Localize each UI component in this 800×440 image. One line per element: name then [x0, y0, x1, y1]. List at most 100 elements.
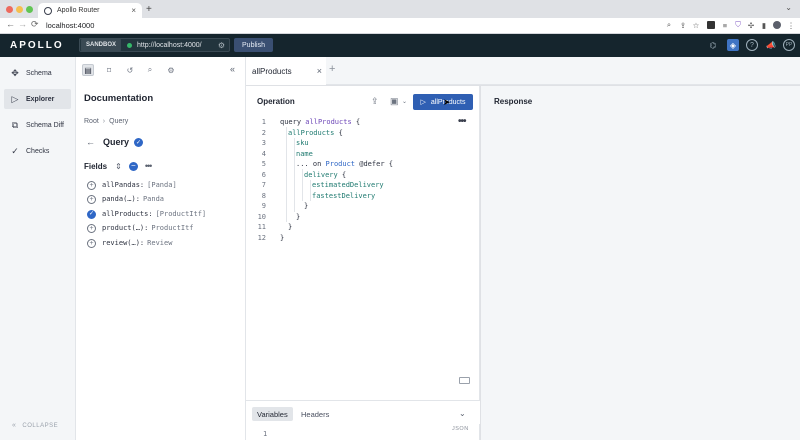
type-name: Query — [103, 137, 130, 147]
field-name: product(…): — [102, 224, 149, 232]
field-row-product[interactable]: + product(…): ProductItf — [87, 223, 194, 233]
settings-gear-icon[interactable]: ⚙ — [165, 64, 177, 76]
format-label: JSON — [452, 426, 469, 432]
endpoint-input[interactable]: http://localhost:4000/ — [137, 42, 218, 49]
extension-shield-icon[interactable]: ⛉ — [734, 20, 742, 29]
field-type[interactable]: Panda — [143, 195, 164, 203]
reload-button[interactable]: ⟳ — [31, 19, 39, 30]
zoom-icon[interactable]: ⌕ — [665, 20, 673, 29]
extension-list-icon[interactable]: ≡ — [721, 21, 729, 30]
help-icon[interactable]: ? — [746, 39, 758, 51]
extensions-puzzle-icon[interactable]: ✣ — [747, 21, 755, 30]
bookmark-star-icon[interactable]: ☆ — [692, 21, 700, 30]
sidebar-toggle-icon[interactable]: ▮ — [760, 21, 768, 30]
field-type[interactable]: Review — [147, 239, 172, 247]
code-text: allProducts { — [288, 128, 343, 137]
code-text: } — [280, 233, 285, 242]
close-window-icon[interactable] — [6, 6, 13, 13]
operation-tabstrip: allProducts × + — [246, 57, 800, 85]
save-collection-icon[interactable]: ▣ — [390, 96, 399, 107]
code-editor[interactable]: 1 query allProducts { 2 allProducts { 3 sku… — [246, 117, 480, 243]
endpoint-selector[interactable]: SANDBOX http://localhost:4000/ ⚙ — [79, 38, 230, 52]
nav-schema[interactable]: ✥ Schema — [4, 63, 71, 83]
chevron-down-icon[interactable]: ⌄ — [402, 98, 407, 105]
tab-label: allProducts — [252, 66, 292, 76]
tab-allproducts[interactable]: allProducts × — [246, 57, 326, 85]
docs-book-icon[interactable]: ▤ — [82, 64, 94, 76]
sort-icon[interactable]: ⇕ — [115, 162, 122, 171]
close-tab-icon[interactable]: × — [131, 6, 136, 15]
field-name: panda(…): — [102, 195, 140, 203]
collapse-docs-button[interactable]: « — [230, 64, 235, 74]
user-avatar-icon[interactable]: PP — [783, 39, 795, 51]
collapse-variables-icon[interactable]: ⌄ — [459, 409, 466, 418]
collapse-nav-button[interactable]: « COLLAPSE — [12, 422, 58, 429]
forward-button[interactable]: → — [18, 19, 27, 29]
apollo-favicon-icon — [44, 6, 52, 15]
code-text: estimatedDelivery — [312, 181, 384, 190]
collapse-label: COLLAPSE — [22, 423, 59, 429]
code-line: 4 name — [246, 149, 480, 160]
share-icon[interactable]: ⇪ — [679, 21, 687, 30]
field-row-allpandas[interactable]: + allPandas: [Panda] — [87, 180, 177, 190]
graph-icon[interactable]: ⌬ — [707, 39, 719, 51]
apollo-logo[interactable]: APOLLO — [10, 40, 64, 51]
publish-button[interactable]: Publish — [234, 38, 273, 52]
nav-schema-diff[interactable]: ⧉ Schema Diff — [4, 115, 71, 135]
line-number: 1 — [261, 118, 266, 127]
add-field-icon[interactable]: + — [87, 238, 96, 248]
tab-variables[interactable]: Variables — [252, 407, 293, 421]
profile-avatar[interactable] — [773, 21, 781, 29]
new-tab-button[interactable]: + — [146, 4, 152, 15]
back-button[interactable]: ← — [6, 19, 15, 29]
line-number: 5 — [261, 160, 266, 169]
field-name: allProducts: — [102, 210, 153, 218]
type-header: ← Query ✓ — [86, 137, 144, 147]
tab-search-icon[interactable]: ⌄ — [785, 3, 792, 12]
search-icon[interactable]: ⌕ — [144, 64, 156, 76]
field-row-review[interactable]: + review(…): Review — [87, 238, 172, 248]
deselect-all-icon[interactable]: − — [128, 161, 138, 171]
nav-checks[interactable]: ✓ Checks — [4, 141, 71, 161]
field-type[interactable]: [Panda] — [147, 181, 177, 189]
minimize-window-icon[interactable] — [16, 6, 23, 13]
field-type[interactable]: [ProductItf] — [156, 210, 207, 218]
extension-dark-icon[interactable] — [707, 21, 715, 29]
history-icon[interactable]: ↺ — [124, 64, 136, 76]
add-field-icon[interactable]: + — [87, 223, 96, 233]
add-field-icon[interactable]: + — [87, 180, 96, 190]
back-arrow-icon[interactable]: ← — [86, 137, 95, 147]
browser-tab[interactable]: Apollo Router × — [38, 3, 142, 18]
double-chevron-left-icon: « — [12, 422, 17, 429]
breadcrumb-root[interactable]: Root — [84, 118, 99, 125]
sandbox-cube-icon[interactable]: ◈ — [727, 39, 739, 51]
field-row-panda[interactable]: + panda(…): Panda — [87, 194, 164, 204]
tab-headers[interactable]: Headers — [296, 407, 334, 421]
address-bar[interactable]: localhost:4000 — [46, 21, 94, 30]
announcements-icon[interactable]: 📣 — [765, 39, 777, 51]
connection-settings-icon[interactable]: ⚙ — [218, 41, 225, 50]
maximize-window-icon[interactable] — [26, 6, 33, 13]
browser-tab-title: Apollo Router — [57, 7, 100, 14]
code-line: 8 fastestDelivery — [246, 191, 480, 202]
selected-field-check-icon[interactable]: ✓ — [87, 209, 96, 219]
code-line: 9} — [246, 201, 480, 212]
bookmark-icon[interactable]: ⌑ — [103, 64, 115, 76]
add-field-icon[interactable]: + — [87, 194, 96, 204]
add-tab-button[interactable]: + — [329, 63, 335, 75]
keyboard-shortcuts-icon[interactable] — [459, 377, 470, 384]
field-row-allproducts[interactable]: ✓ allProducts: [ProductItf] — [87, 209, 206, 219]
code-text: delivery { — [304, 170, 347, 179]
share-operation-icon[interactable]: ⇪ — [371, 96, 379, 107]
nav-explorer[interactable]: ▷ Explorer — [4, 89, 71, 109]
line-number: 12 — [257, 233, 266, 242]
fields-label: Fields — [84, 161, 108, 171]
more-options-icon[interactable]: ••• — [145, 161, 153, 171]
browser-menu-icon[interactable]: ⋮ — [787, 21, 795, 30]
close-tab-icon[interactable]: × — [317, 66, 322, 76]
fields-header: Fields ⇕ − ••• — [84, 161, 153, 171]
browser-navbar: ← → ⟳ localhost:4000 ⌕ ⇪ ☆ ≡ ⛉ ✣ ▮ ⋮ — [0, 18, 800, 34]
field-type[interactable]: ProductItf — [151, 224, 193, 232]
variables-line-number: 1 — [263, 430, 268, 438]
code-line: 12} — [246, 233, 480, 244]
